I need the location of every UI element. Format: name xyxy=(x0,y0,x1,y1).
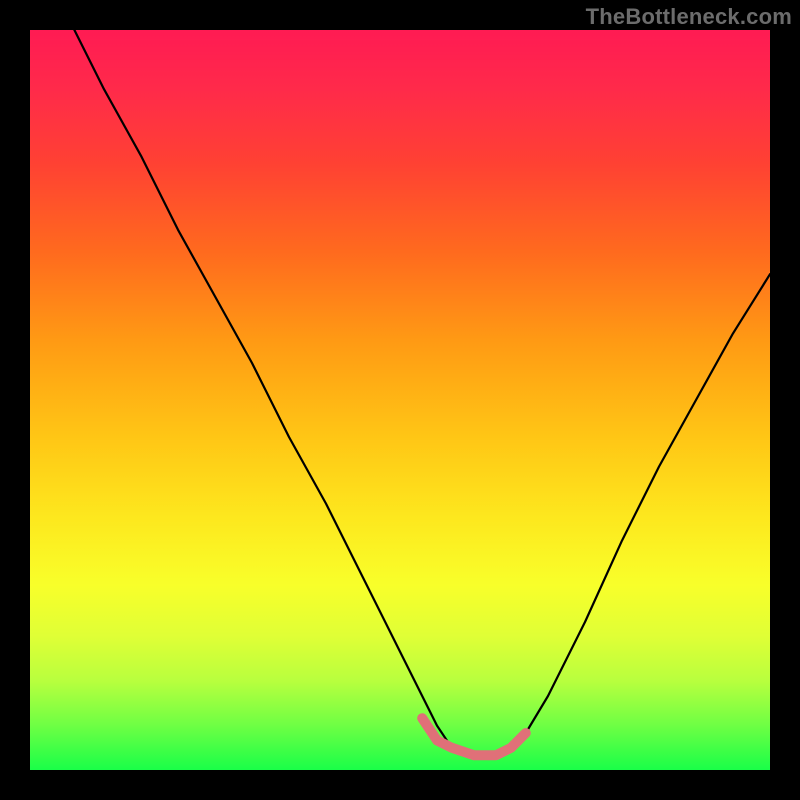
black-curve-path xyxy=(74,30,770,755)
pink-valley-path xyxy=(422,718,526,755)
plot-area xyxy=(30,30,770,770)
chart-frame: TheBottleneck.com xyxy=(0,0,800,800)
watermark-text: TheBottleneck.com xyxy=(586,4,792,30)
chart-svg xyxy=(30,30,770,770)
